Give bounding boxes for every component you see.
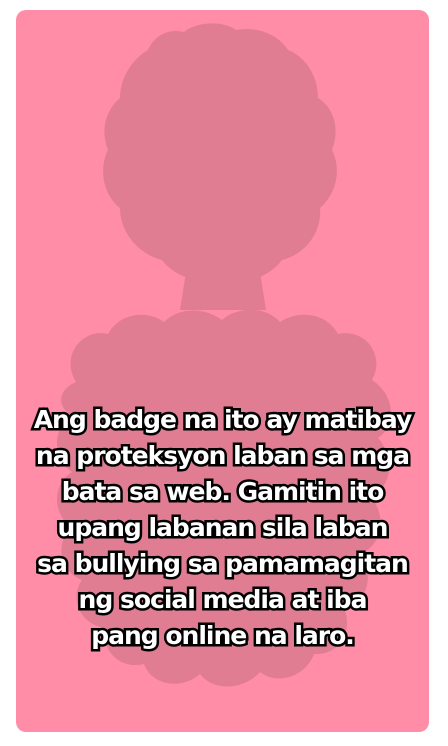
caption-line-2: na proteksyon laban sa mga <box>33 439 412 473</box>
badge-description: Ang badge na ito ay matibay na proteksyo… <box>16 402 429 654</box>
caption-line-1: Ang badge na ito ay matibay <box>31 403 415 437</box>
caption-line-6: ng social media at iba <box>76 583 370 617</box>
caption-line-4: upang labanan sila laban <box>55 511 391 545</box>
caption-line-5: sa bullying sa pamamagitan <box>35 547 412 581</box>
caption-line-7: pang online na laro. <box>89 619 358 653</box>
caption-line-3: bata sa web. Gamitin ito <box>59 475 387 509</box>
badge-card: Ang badge na ito ay matibay na proteksyo… <box>16 10 429 732</box>
